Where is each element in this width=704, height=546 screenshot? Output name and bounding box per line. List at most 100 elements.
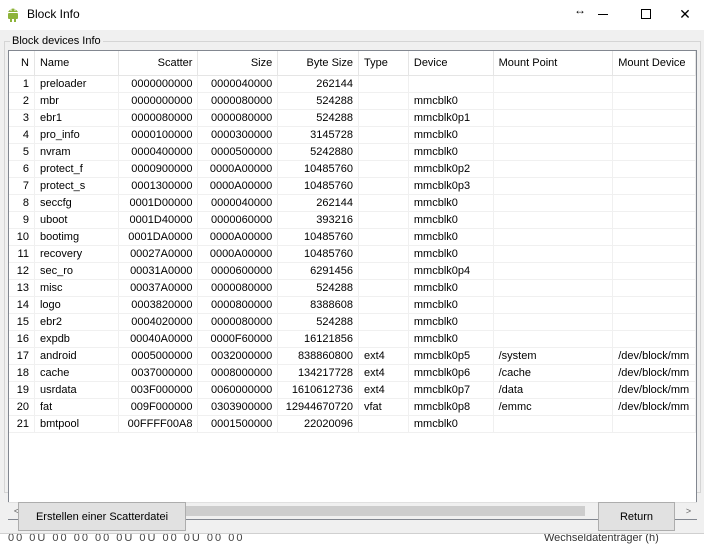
- cell-device: mmcblk0: [409, 212, 494, 229]
- cell-mount-point: [494, 76, 614, 93]
- cell-mount-point: [494, 110, 614, 127]
- table-row[interactable]: 3 ebr1 0000080000 0000080000 524288 mmcblk0p1: [9, 110, 696, 127]
- cell-name: ebr2: [35, 314, 119, 331]
- cell-size: 0000300000: [198, 127, 279, 144]
- cell-name: misc: [35, 280, 119, 297]
- column-header-scatter[interactable]: Scatter: [119, 51, 199, 76]
- cell-n: 13: [9, 280, 35, 297]
- group-label: Block devices Info: [10, 35, 103, 47]
- maximize-button[interactable]: [623, 0, 669, 28]
- cell-device: mmcblk0: [409, 195, 494, 212]
- cell-type: [359, 144, 409, 161]
- column-header-device[interactable]: Device: [409, 51, 494, 76]
- cell-n: 16: [9, 331, 35, 348]
- table-row[interactable]: 15 ebr2 0004020000 0000080000 524288 mmcblk0: [9, 314, 696, 331]
- cell-mount-point: [494, 314, 614, 331]
- table-row[interactable]: 4 pro_info 0000100000 0000300000 3145728 mmcb…: [9, 127, 696, 144]
- cell-scatter: 0037000000: [119, 365, 199, 382]
- table-row[interactable]: 2 mbr 0000000000 0000080000 524288 mmcblk0: [9, 93, 696, 110]
- column-header-size[interactable]: Size: [198, 51, 279, 76]
- table-row[interactable]: 18 cache 0037000000 0008000000 134217728 ext4…: [9, 365, 696, 382]
- cell-scatter: 0004020000: [119, 314, 199, 331]
- cell-n: 4: [9, 127, 35, 144]
- minimize-icon: [598, 13, 608, 15]
- cell-scatter: 0001DA0000: [119, 229, 199, 246]
- block-devices-list[interactable]: N Name Scatter Size Byte Size Type Devic…: [8, 50, 697, 520]
- cell-mount-device: [613, 110, 696, 127]
- cell-size: 0001500000: [198, 416, 279, 433]
- cell-n: 20: [9, 399, 35, 416]
- cell-byte-size: 393216: [278, 212, 359, 229]
- table-row[interactable]: 6 protect_f 0000900000 0000A00000 10485760 mm…: [9, 161, 696, 178]
- table-row[interactable]: 21 bmtpool 00FFFF00A8 0001500000 22020096 mmc…: [9, 416, 696, 433]
- cell-byte-size: 10485760: [278, 161, 359, 178]
- cell-type: [359, 416, 409, 433]
- table-row[interactable]: 12 sec_ro 00031A0000 0000600000 6291456 mmcbl…: [9, 263, 696, 280]
- cell-device: [409, 76, 494, 93]
- cell-mount-point: /emmc: [494, 399, 614, 416]
- return-button[interactable]: Return: [598, 502, 675, 531]
- table-row[interactable]: 8 seccfg 0001D00000 0000040000 262144 mmcblk0: [9, 195, 696, 212]
- close-button[interactable]: ✕: [666, 0, 704, 28]
- cell-size: 0000080000: [198, 110, 279, 127]
- column-header-mount-device[interactable]: Mount Device: [613, 51, 696, 76]
- window-title: Block Info: [27, 7, 80, 21]
- cell-scatter: 00FFFF00A8: [119, 416, 199, 433]
- column-header-byte-size[interactable]: Byte Size: [278, 51, 359, 76]
- cell-mount-device: [613, 246, 696, 263]
- table-row[interactable]: 9 uboot 0001D40000 0000060000 393216 mmcblk0: [9, 212, 696, 229]
- cell-n: 11: [9, 246, 35, 263]
- table-row[interactable]: 7 protect_s 0001300000 0000A00000 10485760 mm…: [9, 178, 696, 195]
- cell-scatter: 0000000000: [119, 76, 199, 93]
- cell-mount-point: [494, 263, 614, 280]
- cell-device: mmcblk0: [409, 246, 494, 263]
- cell-type: vfat: [359, 399, 409, 416]
- cell-byte-size: 10485760: [278, 229, 359, 246]
- cell-type: [359, 178, 409, 195]
- cell-mount-device: [613, 263, 696, 280]
- cell-size: 0060000000: [198, 382, 279, 399]
- cell-n: 1: [9, 76, 35, 93]
- cell-mount-point: [494, 178, 614, 195]
- cell-device: mmcblk0p3: [409, 178, 494, 195]
- cell-mount-device: [613, 93, 696, 110]
- cell-mount-point: [494, 93, 614, 110]
- cell-mount-device: [613, 331, 696, 348]
- background-window-strip: 00 0U 00 00 00 0U 0U 00 0U 00 00 Wechsel…: [0, 533, 704, 546]
- cell-name: sec_ro: [35, 263, 119, 280]
- cell-byte-size: 12944670720: [278, 399, 359, 416]
- table-row[interactable]: 10 bootimg 0001DA0000 0000A00000 10485760 mmc…: [9, 229, 696, 246]
- cell-name: seccfg: [35, 195, 119, 212]
- cell-scatter: 0000900000: [119, 161, 199, 178]
- background-drive-label: Wechseldatenträger (h): [544, 533, 659, 544]
- cell-mount-device: /dev/block/mm: [613, 382, 696, 399]
- column-header-type[interactable]: Type: [359, 51, 409, 76]
- table-row[interactable]: 14 logo 0003820000 0000800000 8388608 mmcblk0: [9, 297, 696, 314]
- create-scatter-file-button[interactable]: Erstellen einer Scatterdatei: [18, 502, 186, 531]
- cell-type: [359, 331, 409, 348]
- cell-n: 9: [9, 212, 35, 229]
- cell-scatter: 00027A0000: [119, 246, 199, 263]
- column-header-name[interactable]: Name: [35, 51, 119, 76]
- table-row[interactable]: 11 recovery 00027A0000 0000A00000 10485760 mm…: [9, 246, 696, 263]
- column-header-mount-point[interactable]: Mount Point: [494, 51, 614, 76]
- scroll-right-arrow-icon[interactable]: >: [680, 503, 697, 519]
- table-row[interactable]: 16 expdb 00040A0000 0000F60000 16121856 mmcbl…: [9, 331, 696, 348]
- title-bar[interactable]: Block Info ↔ ✕: [0, 0, 704, 30]
- cell-device: mmcblk0: [409, 229, 494, 246]
- cell-n: 18: [9, 365, 35, 382]
- cell-size: 0000040000: [198, 195, 279, 212]
- table-row[interactable]: 19 usrdata 003F000000 0060000000 1610612736 e…: [9, 382, 696, 399]
- cell-name: protect_f: [35, 161, 119, 178]
- table-row[interactable]: 1 preloader 0000000000 0000040000 262144: [9, 76, 696, 93]
- column-header-n[interactable]: N: [9, 51, 35, 76]
- minimize-button[interactable]: [580, 0, 626, 28]
- table-row[interactable]: 17 android 0005000000 0032000000 838860800 ex…: [9, 348, 696, 365]
- table-row[interactable]: 13 misc 00037A0000 0000080000 524288 mmcblk0: [9, 280, 696, 297]
- table-row[interactable]: 5 nvram 0000400000 0000500000 5242880 mmcblk0: [9, 144, 696, 161]
- cell-byte-size: 10485760: [278, 246, 359, 263]
- cell-n: 21: [9, 416, 35, 433]
- table-row[interactable]: 20 fat 009F000000 0303900000 12944670720 vfat…: [9, 399, 696, 416]
- cell-size: 0000A00000: [198, 246, 279, 263]
- cell-mount-device: [613, 416, 696, 433]
